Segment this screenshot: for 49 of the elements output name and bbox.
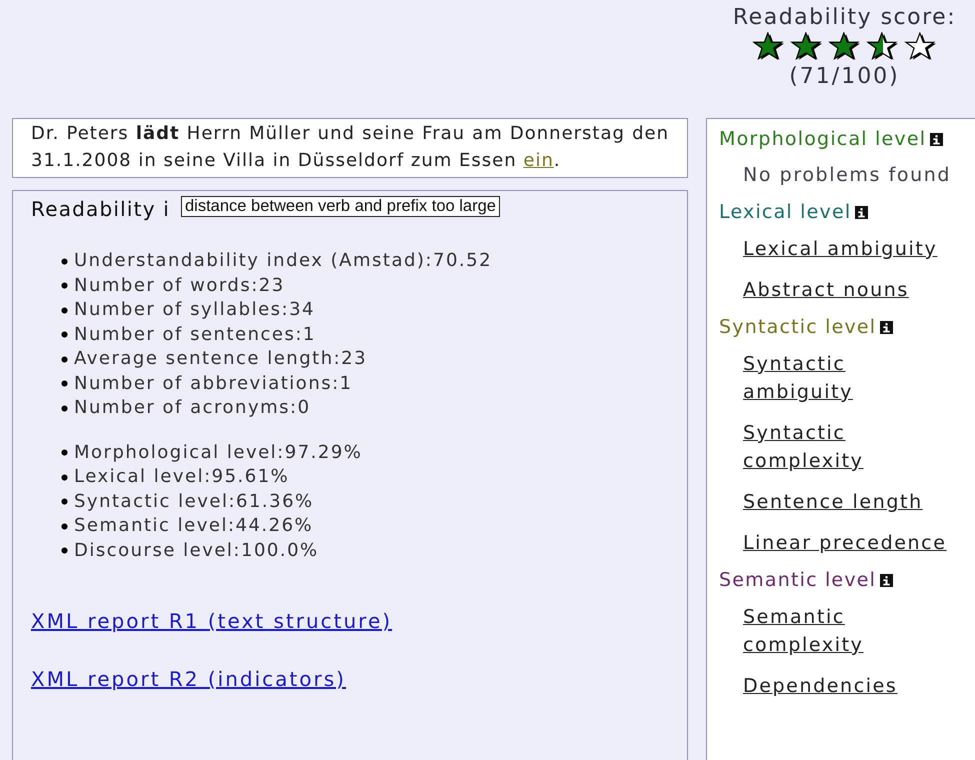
metric: Number of words:23 xyxy=(74,274,285,298)
bullet-icon xyxy=(61,306,68,314)
tooltip: distance between verb and prefix too large xyxy=(181,196,500,217)
level-title: Syntactic level xyxy=(719,316,876,338)
info-icon[interactable] xyxy=(880,574,894,587)
report-heading: Readability i xyxy=(31,197,170,221)
status-text: No problems found xyxy=(743,163,952,188)
bullet-icon xyxy=(61,404,68,412)
level-title: Semantic level xyxy=(719,569,876,591)
metric: Number of abbreviations:1 xyxy=(74,372,353,396)
metric: Number of acronyms:0 xyxy=(74,396,311,420)
report-link[interactable]: XML report R2 (indicators) xyxy=(31,667,669,691)
bullet-icon xyxy=(61,474,68,481)
metric: Number of syllables:34 xyxy=(74,298,316,322)
metric: Average sentence length:23 xyxy=(74,347,368,371)
issue-link[interactable]: Syntactic complexity xyxy=(743,419,958,475)
metric: Lexical level:95.61% xyxy=(74,465,290,489)
info-icon[interactable] xyxy=(930,133,944,146)
bullet-icon xyxy=(61,356,68,363)
bullet-icon xyxy=(61,498,68,506)
info-icon[interactable] xyxy=(880,321,894,334)
issue-link[interactable]: Lexical ambiguity xyxy=(743,235,958,263)
metric: Semantic level:44.26% xyxy=(74,514,314,538)
issue-link[interactable]: Abstract nouns xyxy=(743,276,958,304)
level-title: Morphological level xyxy=(719,128,926,150)
bullet-icon xyxy=(61,449,68,456)
metric: Morphological level:97.29% xyxy=(74,440,362,464)
bullet-icon xyxy=(61,380,68,388)
level-title: Lexical level xyxy=(719,201,852,223)
bullet-icon xyxy=(61,547,68,554)
metric: Syntactic level:61.36% xyxy=(74,490,314,514)
metric: Understandability index (Amstad):70.52 xyxy=(74,249,492,273)
score-label: Readability score: xyxy=(732,4,956,32)
report-link[interactable]: XML report R1 (text structure) xyxy=(31,609,669,633)
sentence: Dr. Peters lädt Herrn Müller und seine Frau am Donnerstag den 31.1.2008 in seine Villa in Düsseldorf zum Essen ein. xyxy=(31,122,669,173)
bullet-icon xyxy=(61,282,68,290)
issue-link[interactable]: Linear precedence xyxy=(743,529,958,557)
bullet-icon xyxy=(61,258,68,265)
issue-link[interactable]: Sentence length xyxy=(743,488,958,516)
metric: Number of sentences:1 xyxy=(74,322,316,346)
metric: Discourse level:100.0% xyxy=(74,538,319,562)
bullet-icon xyxy=(61,331,68,338)
issue-link[interactable]: Dependencies xyxy=(743,672,958,700)
score-value: (71/100) xyxy=(788,63,900,91)
info-icon[interactable] xyxy=(855,206,868,219)
bullet-icon xyxy=(61,522,68,530)
word-link[interactable]: ein xyxy=(523,150,554,171)
issue-link[interactable]: Semantic complexity xyxy=(743,603,958,659)
issue-link[interactable]: Syntactic ambiguity xyxy=(743,350,958,406)
